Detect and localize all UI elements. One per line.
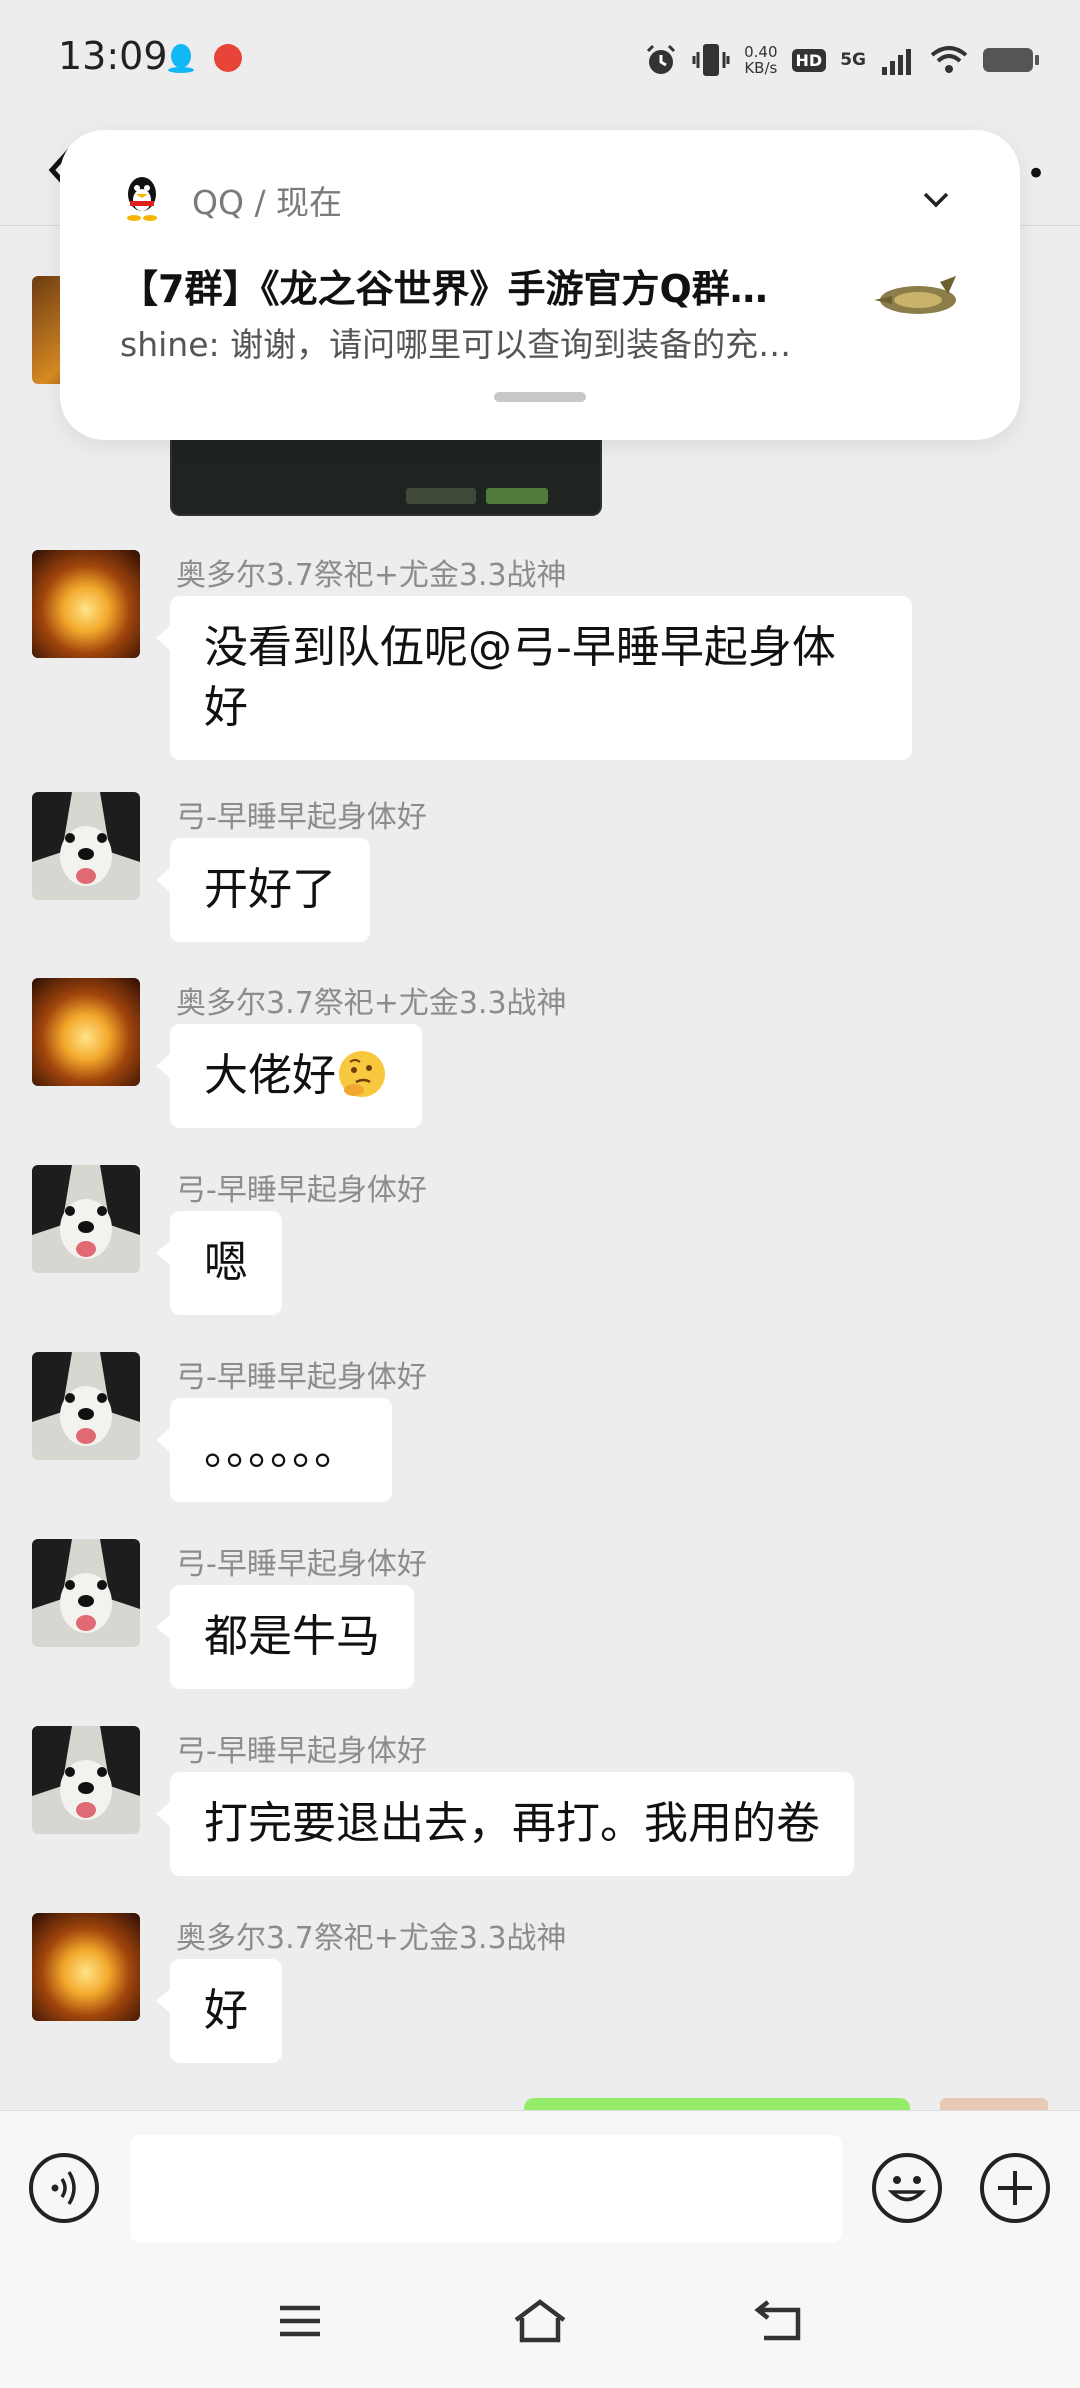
back-icon[interactable] [750, 2296, 810, 2346]
hd-badge: HD [791, 48, 827, 72]
message-bubble[interactable]: 都是牛马 [156, 1585, 414, 1689]
signal-icon [882, 49, 911, 75]
more-options-icon[interactable]: • [1026, 154, 1046, 194]
message-bubble[interactable]: 好 [156, 1959, 282, 2063]
warrior-avatar[interactable] [32, 550, 140, 658]
qq-notification-icon [168, 44, 194, 73]
warrior-avatar[interactable] [32, 978, 140, 1086]
chat-input-bar [0, 2110, 1080, 2260]
status-time: 13:09 [58, 34, 168, 78]
image-detail [486, 488, 548, 504]
dog-avatar[interactable] [32, 1726, 140, 1834]
notification-body: shine: 谢谢，请问哪里可以查询到装备的充… [120, 325, 792, 364]
home-icon[interactable] [510, 2296, 570, 2346]
qq-penguin-icon [127, 177, 157, 221]
image-message[interactable] [170, 430, 602, 516]
sender-name: 奥多尔3.7祭祀+尤金3.3战神 [176, 986, 567, 1021]
vibrate-icon [692, 44, 730, 76]
dog-avatar[interactable] [32, 1165, 140, 1273]
message-bubble[interactable]: 。。。。。。 [156, 1398, 392, 1502]
sender-name: 弓-早睡早起身体好 [176, 800, 427, 835]
status-icons: 0.40 KB/s HD 5G [644, 38, 1040, 82]
message-bubble[interactable]: 嗯 [156, 1211, 282, 1315]
alarm-icon [647, 44, 676, 74]
network-speed: 0.40 KB/s [744, 44, 777, 76]
sender-name: 奥多尔3.7祭祀+尤金3.3战神 [176, 1921, 567, 1956]
network-speed-value: 0.40 [744, 43, 778, 61]
message-bubble[interactable]: 打完要退出去，再打。我用的卷 [156, 1772, 854, 1876]
image-detail [406, 488, 476, 504]
dog-avatar[interactable] [32, 1539, 140, 1647]
message-text: 大佬好 [204, 1050, 336, 1101]
notification-banner[interactable]: QQ / 现在 【7群】《龙之谷世界》手游官方Q群… shine: 谢谢，请问哪… [60, 130, 1020, 440]
message-bubble[interactable]: 没看到队伍呢@弓-早睡早起身体好 [156, 596, 912, 760]
battery-icon [983, 48, 1039, 72]
plus-icon [998, 2171, 1032, 2205]
notification-app-name: QQ / 现在 [192, 183, 343, 222]
app-notification-icon [214, 44, 242, 72]
sender-name: 弓-早睡早起身体好 [176, 1360, 427, 1395]
message-bubble[interactable]: 开好了 [156, 838, 370, 942]
warrior-avatar[interactable] [32, 1913, 140, 2021]
chat-screen: 13:09 0.40 KB/s HD 5G • QQ / 现在 【7群】《龙之谷… [0, 0, 1080, 2388]
message-bubble[interactable]: 大佬好 [156, 1024, 422, 1128]
voice-icon [51, 2171, 76, 2205]
system-navigation-bar [0, 2260, 1080, 2388]
sender-name: 弓-早睡早起身体好 [176, 1734, 427, 1769]
thinking-face-emoji-icon [339, 1051, 385, 1097]
notification-drag-handle[interactable] [494, 392, 586, 402]
notification-title: 【7群】《龙之谷世界》手游官方Q群… [120, 267, 768, 311]
emoji-button[interactable] [872, 2153, 942, 2223]
dog-avatar[interactable] [32, 1352, 140, 1460]
menu-icon[interactable] [270, 2296, 330, 2346]
plus-button[interactable] [980, 2153, 1050, 2223]
wifi-icon [930, 46, 968, 73]
voice-button[interactable] [29, 2153, 99, 2223]
sender-name: 弓-早睡早起身体好 [176, 1547, 427, 1582]
chevron-down-icon[interactable] [922, 190, 950, 210]
sender-name: 弓-早睡早起身体好 [176, 1173, 427, 1208]
group-thumbnail-icon [874, 276, 956, 314]
emoji-icon [887, 2176, 927, 2202]
network-type-badge: 5G [840, 50, 866, 70]
sender-name: 奥多尔3.7祭祀+尤金3.3战神 [176, 558, 567, 593]
message-input[interactable] [130, 2135, 842, 2243]
dog-avatar[interactable] [32, 792, 140, 900]
network-speed-unit: KB/s [744, 59, 778, 77]
status-bar: 13:09 0.40 KB/s HD 5G [0, 0, 1080, 120]
